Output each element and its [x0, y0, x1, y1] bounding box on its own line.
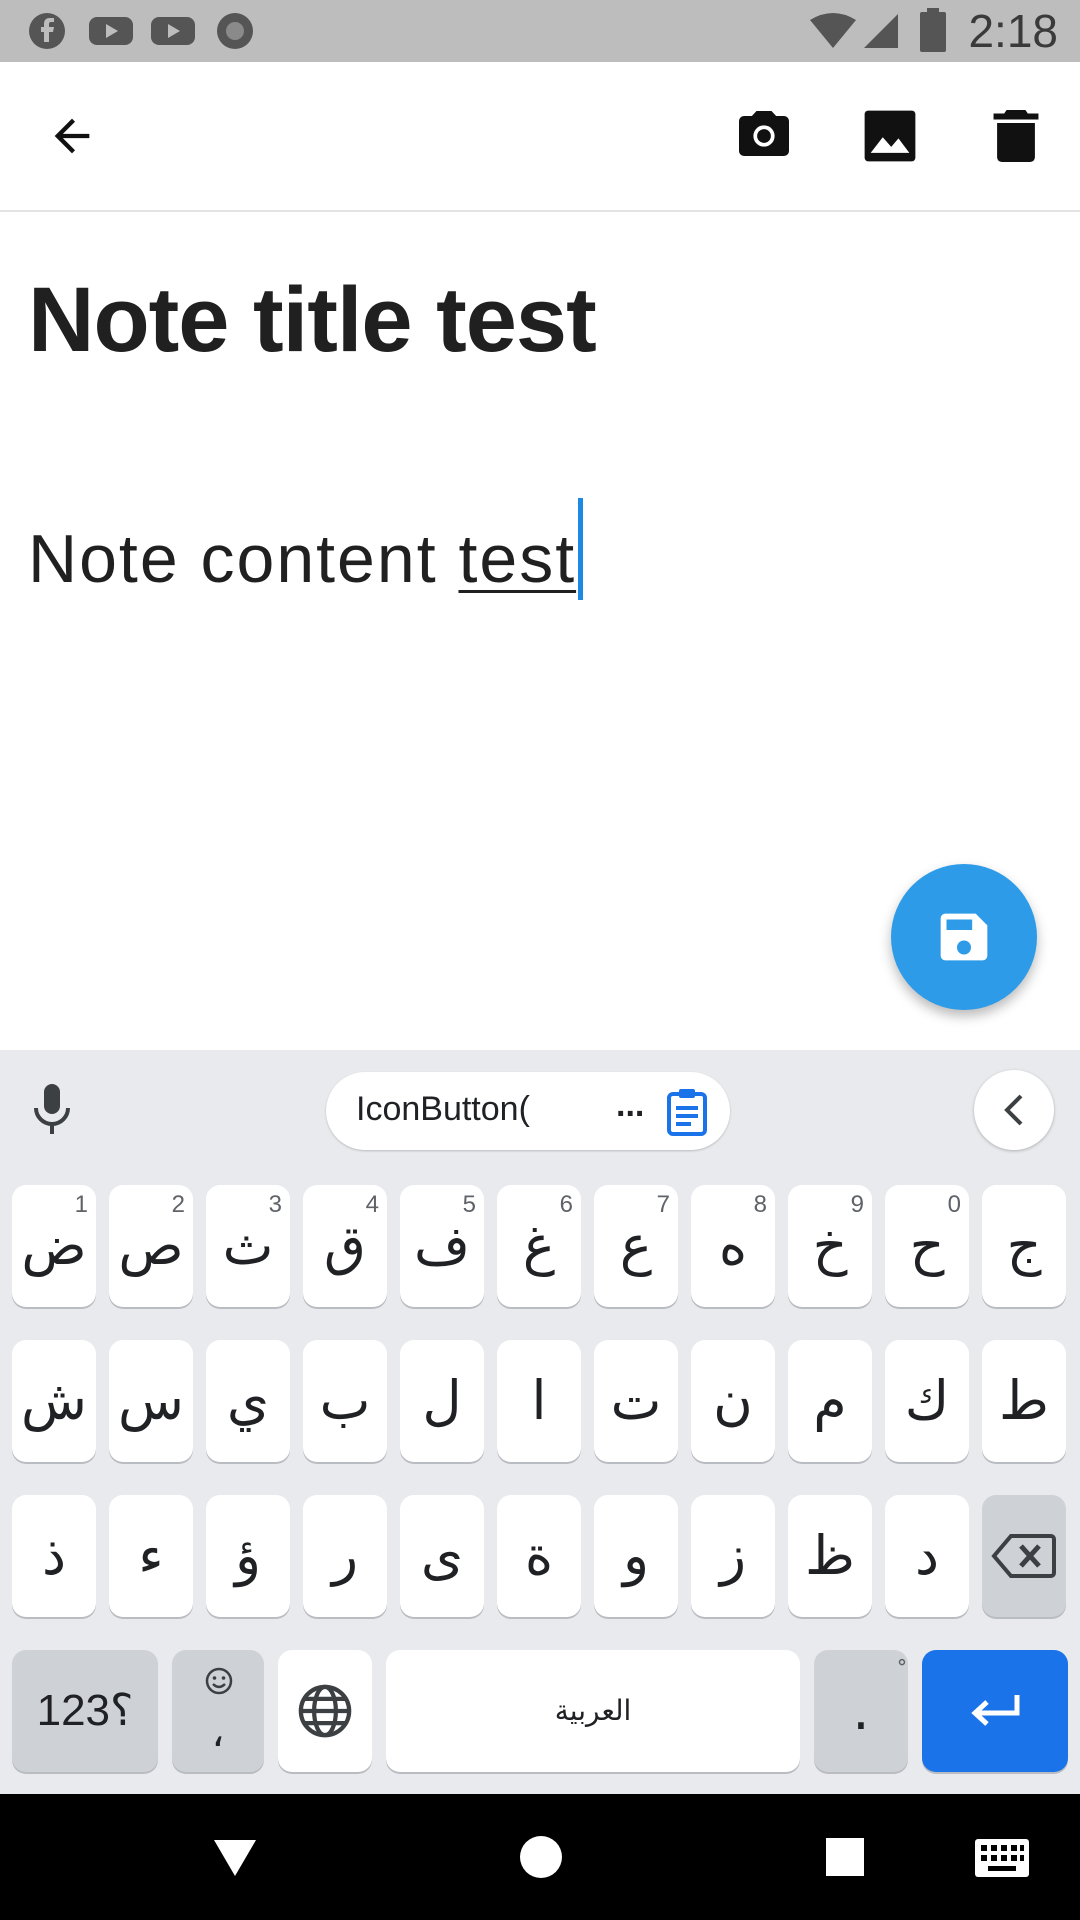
- record-icon: [217, 13, 253, 49]
- app-bar: [0, 62, 1080, 212]
- globe-icon: [298, 1684, 352, 1738]
- key[interactable]: ر: [303, 1495, 387, 1617]
- backspace-icon: [991, 1534, 1056, 1578]
- note-content-composing-word: test: [458, 521, 577, 597]
- status-bar: 2:18: [0, 0, 1080, 62]
- key[interactable]: ع7: [594, 1185, 678, 1307]
- camera-icon: [739, 111, 789, 156]
- voice-input-button[interactable]: [22, 1080, 82, 1140]
- enter-key[interactable]: [922, 1650, 1068, 1772]
- key-hint: 4: [365, 1191, 379, 1218]
- key-hint: 2: [171, 1191, 185, 1218]
- note-content-text: Note content: [28, 521, 459, 597]
- key[interactable]: ص2: [109, 1185, 193, 1307]
- facebook-icon: [29, 13, 65, 49]
- navigation-bar: [0, 1794, 1080, 1920]
- key[interactable]: ط: [982, 1340, 1066, 1462]
- add-image-button[interactable]: [858, 104, 922, 168]
- save-button[interactable]: [891, 864, 1037, 1010]
- key[interactable]: ذ: [12, 1495, 96, 1617]
- key-hint: 0: [947, 1191, 961, 1218]
- key-hint: 3: [268, 1191, 282, 1218]
- key[interactable]: ح0: [885, 1185, 969, 1307]
- chevron-left-icon: [1004, 1094, 1023, 1126]
- delete-button[interactable]: [984, 104, 1048, 168]
- key[interactable]: ت: [594, 1340, 678, 1462]
- camera-button[interactable]: [732, 104, 796, 168]
- key[interactable]: ء: [109, 1495, 193, 1617]
- youtube-icon: [89, 17, 133, 45]
- key[interactable]: ؤ: [206, 1495, 290, 1617]
- space-bar[interactable]: العربية: [386, 1650, 800, 1772]
- key[interactable]: م: [788, 1340, 872, 1462]
- language-key[interactable]: [278, 1650, 372, 1772]
- key[interactable]: ش: [12, 1340, 96, 1462]
- key[interactable]: خ9: [788, 1185, 872, 1307]
- key[interactable]: ز: [691, 1495, 775, 1617]
- key[interactable]: غ6: [497, 1185, 581, 1307]
- key[interactable]: ى: [400, 1495, 484, 1617]
- back-triangle-icon[interactable]: [210, 1836, 260, 1880]
- enter-arrow-icon: [971, 1695, 1020, 1726]
- key[interactable]: ق4: [303, 1185, 387, 1307]
- recents-square-icon[interactable]: [824, 1836, 866, 1878]
- symbols-key[interactable]: ؟123: [12, 1650, 158, 1772]
- period-key[interactable]: . ْ: [814, 1650, 908, 1772]
- key[interactable]: ج: [982, 1185, 1066, 1307]
- key-hint: 5: [462, 1191, 476, 1218]
- emoji-key-sub: ،: [211, 1710, 225, 1756]
- wifi-icon: [810, 13, 856, 48]
- key[interactable]: د: [885, 1495, 969, 1617]
- key[interactable]: ض1: [12, 1185, 96, 1307]
- soft-keyboard: IconButton( ... ض1 ص2 ث3 ق4 ف5 غ6 ع7 ه8 …: [0, 1050, 1080, 1794]
- youtube-icon: [151, 17, 195, 45]
- key[interactable]: ف5: [400, 1185, 484, 1307]
- key[interactable]: س: [109, 1340, 193, 1462]
- key[interactable]: ظ: [788, 1495, 872, 1617]
- key[interactable]: ي: [206, 1340, 290, 1462]
- key[interactable]: ة: [497, 1495, 581, 1617]
- backspace-key[interactable]: [982, 1495, 1066, 1617]
- image-icon: [864, 110, 916, 162]
- key[interactable]: ل: [400, 1340, 484, 1462]
- key-hint: 1: [74, 1191, 88, 1218]
- keyboard-toolbar: IconButton( ...: [0, 1050, 1080, 1170]
- key[interactable]: ك: [885, 1340, 969, 1462]
- key-hint: 7: [656, 1191, 670, 1218]
- key[interactable]: ب: [303, 1340, 387, 1462]
- home-circle-icon[interactable]: [518, 1834, 564, 1880]
- note-content-field[interactable]: Note content test: [28, 498, 584, 600]
- cell-signal-icon: [864, 14, 898, 48]
- key-hint: 6: [559, 1191, 573, 1218]
- key[interactable]: و: [594, 1495, 678, 1617]
- clipboard-ellipsis: ...: [616, 1086, 645, 1124]
- battery-icon: [920, 8, 946, 52]
- status-time: 2:18: [968, 5, 1058, 57]
- back-button[interactable]: [40, 104, 104, 168]
- key[interactable]: ه8: [691, 1185, 775, 1307]
- key-hint: 9: [850, 1191, 864, 1218]
- back-arrow-icon: [54, 118, 90, 154]
- clipboard-suggestion-chip[interactable]: IconButton( ...: [326, 1072, 730, 1150]
- key[interactable]: ا: [497, 1340, 581, 1462]
- clipboard-icon: [667, 1089, 707, 1136]
- clipboard-text: IconButton(: [356, 1090, 530, 1128]
- keyboard-collapse-button[interactable]: [974, 1070, 1054, 1150]
- key[interactable]: ن: [691, 1340, 775, 1462]
- key-hint: 8: [753, 1191, 767, 1218]
- emoji-key[interactable]: ،: [172, 1650, 264, 1772]
- microphone-icon: [34, 1084, 70, 1134]
- delete-icon: [993, 110, 1039, 162]
- text-cursor: [578, 498, 584, 600]
- save-icon: [940, 913, 988, 961]
- key[interactable]: ث3: [206, 1185, 290, 1307]
- note-title[interactable]: Note title test: [28, 268, 597, 373]
- keyboard-icon[interactable]: [974, 1838, 1030, 1878]
